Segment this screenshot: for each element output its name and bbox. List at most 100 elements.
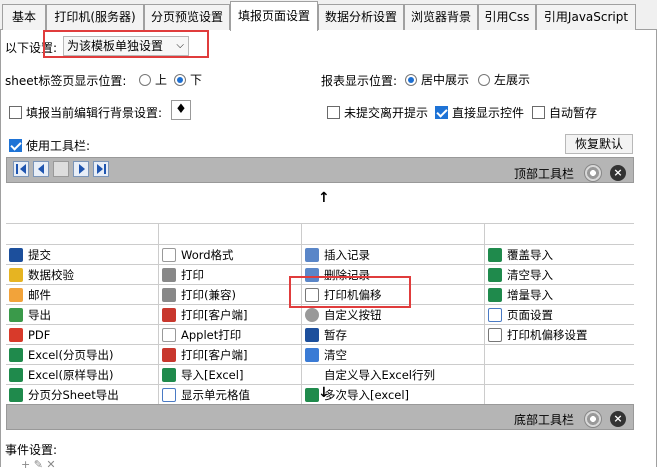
fill-row-bg-checkbox[interactable]: 填报当前编辑行背景设置: [9,104,162,121]
radio-center-label: 居中展示 [421,73,470,87]
btn-page-setup[interactable]: 页面设置 [485,305,634,325]
radio-icon [139,74,151,86]
tab-fill-page-settings[interactable]: 填报页面设置 [230,1,318,31]
radio-sheet-top[interactable]: 上 [139,71,167,88]
btn-export-label: 导出 [28,308,51,322]
unsubmitted-prompt-checkbox[interactable]: 未提交离开提示 [327,104,428,121]
first-page-icon[interactable] [13,161,29,177]
printer-icon [162,268,176,282]
btn-incremental-import-label: 增量导入 [507,288,553,302]
checkbox-icon [9,106,22,119]
restore-default-button[interactable]: 恢复默认 [565,134,633,154]
btn-clear-import[interactable]: 清空导入 [485,265,634,285]
direct-show-control-checkbox[interactable]: 直接显示控件 [435,104,524,121]
event-toolbar-icons[interactable]: + ✎ ✕ [21,458,56,471]
highlight-box-scope [43,30,209,58]
sheet-tab-position-label: sheet标签页显示位置: [5,74,127,88]
radio-sheet-bottom[interactable]: 下 [174,71,202,88]
paint-bucket-icon[interactable]: ♦ [171,100,191,120]
btn-temp-save[interactable]: 暂存 [302,325,484,345]
radio-left[interactable]: 左展示 [478,71,530,88]
excel-icon [9,388,23,402]
btn-clear[interactable]: 清空 [302,345,484,365]
gear-icon [305,308,319,322]
grid-column-2: Word格式 打印 打印(兼容) 打印[客户端] Applet打印 打印[客户端… [159,224,302,416]
checkbox-checked-icon [435,106,448,119]
use-toolbar-checkbox[interactable]: 使用工具栏: [9,137,90,154]
btn-print-compat-label: 打印(兼容) [181,288,236,302]
last-page-icon[interactable] [93,161,109,177]
btn-custom-import[interactable]: 自定义导入Excel行列 [302,365,484,385]
btn-print-client-2[interactable]: 打印[客户端] [159,345,301,365]
fill-row-bg-label: 填报当前编辑行背景设置: [26,106,163,120]
tab-css[interactable]: 引用Css [478,4,536,30]
btn-import-excel-label: 导入[Excel] [181,368,244,382]
bottom-toolbar-close-icon[interactable]: × [610,411,626,427]
tab-basic[interactable]: 基本 [2,4,46,30]
bottom-toolbar-label: 底部工具栏 [514,413,575,427]
btn-sheet-export-label: 分页分Sheet导出 [28,388,119,402]
btn-excel-paged[interactable]: Excel(分页导出) [6,345,158,365]
gear-icon[interactable] [53,161,69,177]
move-down-arrow-icon[interactable]: ↓ [318,385,330,401]
btn-import-excel[interactable]: 导入[Excel] [159,365,301,385]
btn-print-label: 打印 [181,268,204,282]
tab-browser-bg[interactable]: 浏览器背景 [404,4,478,30]
auto-save-label: 自动暂存 [549,106,598,120]
top-toolbar-label: 顶部工具栏 [514,167,575,181]
btn-pdf[interactable]: PDF [6,325,158,345]
btn-custom-label: 自定义按钮 [324,308,382,322]
tab-page-preview[interactable]: 分页预览设置 [144,4,230,30]
btn-submit[interactable]: 提交 [6,245,158,265]
pdf-print-icon [162,308,176,322]
settings-panel: 以下设置: 为该模板单独设置 ⌵ sheet标签页显示位置: 上 下 报表显示位… [0,30,657,471]
btn-pdf-label: PDF [28,328,51,342]
btn-clear-import-label: 清空导入 [507,268,553,282]
eraser-icon [305,348,319,362]
btn-temp-save-label: 暂存 [324,328,347,342]
radio-sheet-bottom-label: 下 [190,73,203,87]
save-icon [305,328,319,342]
prev-page-icon[interactable] [33,161,49,177]
auto-save-checkbox[interactable]: 自动暂存 [532,104,597,121]
btn-email[interactable]: 邮件 [6,285,158,305]
excel-icon [9,348,23,362]
use-toolbar-label: 使用工具栏: [26,139,91,153]
radio-center[interactable]: 居中展示 [405,71,469,88]
radio-icon [478,74,490,86]
tab-printer-server[interactable]: 打印机(服务器) [46,4,144,30]
btn-show-cell-value[interactable]: 显示单元格值 [159,385,301,405]
save-icon [9,248,23,262]
next-page-icon[interactable] [73,161,89,177]
btn-validate[interactable]: 数据校验 [6,265,158,285]
btn-print-client[interactable]: 打印[客户端] [159,305,301,325]
tab-data-analysis[interactable]: 数据分析设置 [318,4,404,30]
btn-printer-offset-setup[interactable]: 打印机偏移设置 [485,325,634,345]
top-toolbar-gear-icon[interactable] [584,164,602,182]
unsubmitted-prompt-label: 未提交离开提示 [344,106,429,120]
pdf-print-icon [162,348,176,362]
btn-print-compat[interactable]: 打印(兼容) [159,285,301,305]
btn-incremental-import[interactable]: 增量导入 [485,285,634,305]
btn-word-label: Word格式 [181,248,234,262]
grid-column-4: 覆盖导入 清空导入 增量导入 页面设置 打印机偏移设置 [485,224,634,416]
btn-print[interactable]: 打印 [159,265,301,285]
move-icon [488,328,502,342]
tab-javascript[interactable]: 引用JavaScript [536,4,636,30]
top-toolbar-close-icon[interactable]: × [610,165,626,181]
excel-icon [162,368,176,382]
btn-export[interactable]: 导出 [6,305,158,325]
btn-applet-print[interactable]: Applet打印 [159,325,301,345]
btn-excel-original[interactable]: Excel(原样导出) [6,365,158,385]
highlight-box-custom-button [289,276,411,308]
btn-custom[interactable]: 自定义按钮 [302,305,484,325]
bottom-toolbar-gear-icon[interactable] [584,410,602,428]
pdf-icon [9,328,23,342]
btn-insert-record[interactable]: 插入记录 [302,245,484,265]
move-up-arrow-icon[interactable]: ↑ [318,190,330,206]
btn-print-client-2-label: 打印[客户端] [181,348,248,362]
btn-overwrite-import[interactable]: 覆盖导入 [485,245,634,265]
btn-sheet-export[interactable]: 分页分Sheet导出 [6,385,158,405]
btn-word[interactable]: Word格式 [159,245,301,265]
btn-excel-paged-label: Excel(分页导出) [28,348,114,362]
